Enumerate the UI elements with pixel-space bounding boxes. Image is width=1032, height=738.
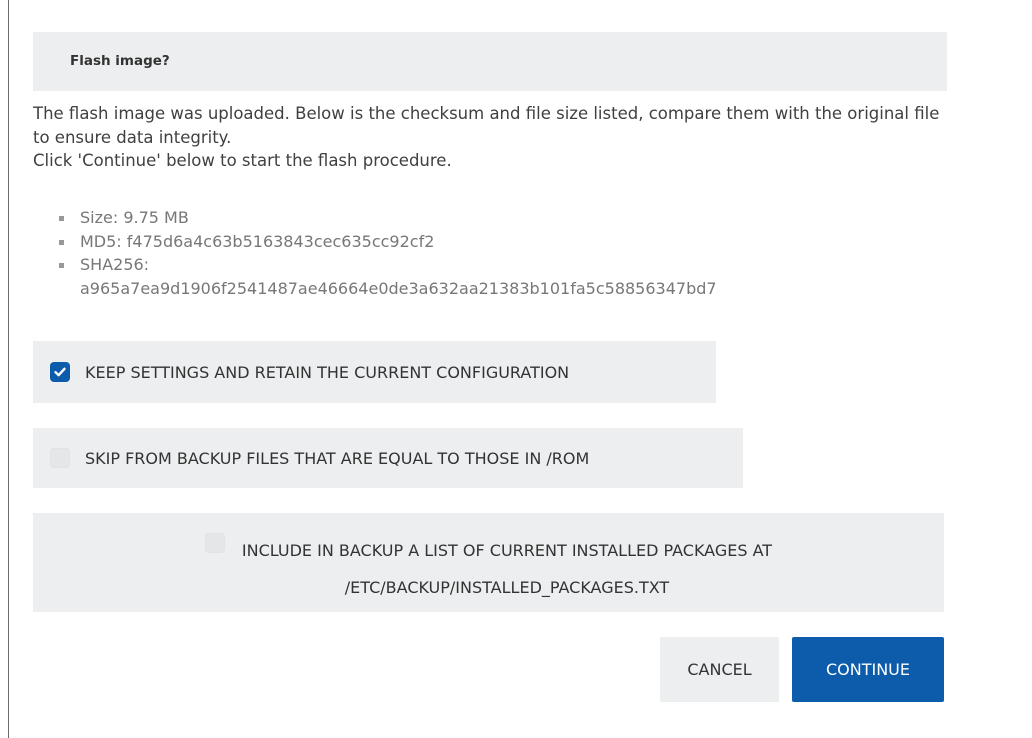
dialog-description: The flash image was uploaded. Below is t… <box>33 102 943 173</box>
list-item-md5: MD5: f475d6a4c63b5163843cec635cc92cf2 <box>56 230 956 254</box>
file-size: Size: 9.75 MB <box>80 208 189 227</box>
sha256-label: SHA256: <box>80 255 150 274</box>
dialog-header: Flash image? <box>33 32 947 91</box>
md5-checksum: MD5: f475d6a4c63b5163843cec635cc92cf2 <box>80 231 435 251</box>
include-packages-checkbox[interactable] <box>204 533 225 553</box>
keep-settings-checkbox[interactable] <box>50 362 70 382</box>
flash-image-dialog: Flash image? The flash image was uploade… <box>0 0 1032 738</box>
keep-settings-option[interactable]: KEEP SETTINGS AND RETAIN THE CURRENT CON… <box>33 341 716 403</box>
skip-backup-label: SKIP FROM BACKUP FILES THAT ARE EQUAL TO… <box>85 448 590 468</box>
skip-backup-option[interactable]: SKIP FROM BACKUP FILES THAT ARE EQUAL TO… <box>33 428 743 488</box>
sha256-checksum: a965a7ea9d1906f2541487ae46664e0de3a632aa… <box>80 278 717 298</box>
list-item-size: Size: 9.75 MB <box>56 206 956 230</box>
include-packages-label-line1: INCLUDE IN BACKUP A LIST OF CURRENT INST… <box>241 540 773 560</box>
include-packages-option[interactable]: INCLUDE IN BACKUP A LIST OF CURRENT INST… <box>33 513 944 612</box>
continue-button[interactable]: CONTINUE <box>792 637 944 702</box>
include-packages-label: INCLUDE IN BACKUP A LIST OF CURRENT INST… <box>242 520 772 606</box>
keep-settings-label: KEEP SETTINGS AND RETAIN THE CURRENT CON… <box>85 362 570 382</box>
dialog-title: Flash image? <box>70 53 170 69</box>
file-info-list: Size: 9.75 MB MD5: f475d6a4c63b5163843ce… <box>56 206 956 300</box>
checkmark-icon <box>54 367 66 377</box>
skip-backup-checkbox[interactable] <box>50 448 70 468</box>
intro-text: The flash image was uploaded. Below is t… <box>33 104 940 147</box>
window-edge <box>8 0 9 738</box>
cancel-button[interactable]: CANCEL <box>660 637 779 702</box>
instruction-text: Click 'Continue' below to start the flas… <box>33 151 452 170</box>
include-packages-label-line2: /ETC/BACKUP/INSTALLED_PACKAGES.TXT <box>344 577 670 597</box>
list-item-sha256: SHA256: a965a7ea9d1906f2541487ae46664e0d… <box>56 253 956 300</box>
